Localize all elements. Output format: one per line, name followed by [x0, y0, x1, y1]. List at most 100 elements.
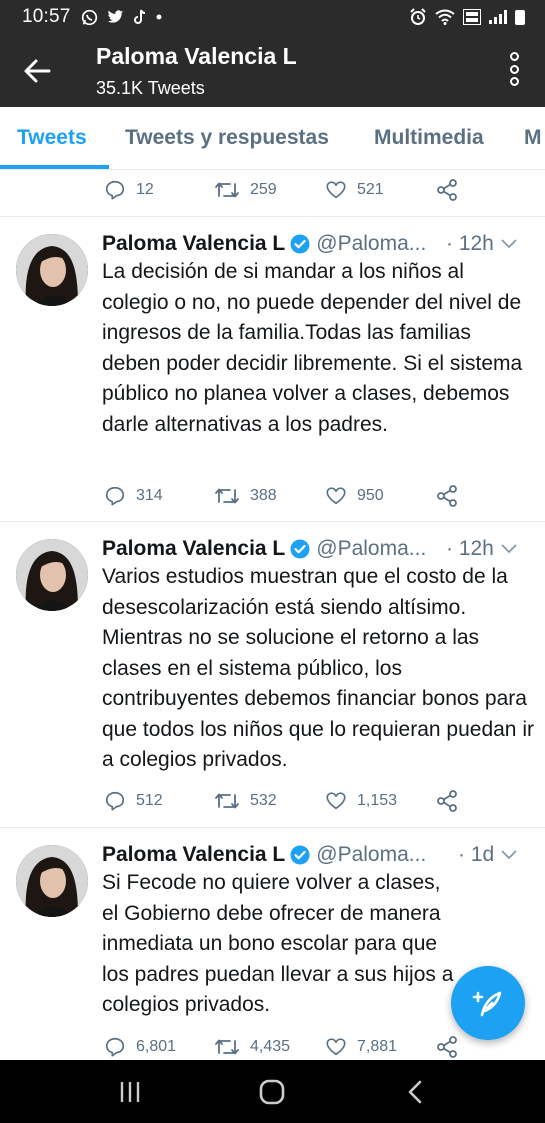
- tab-media[interactable]: Multimedia: [374, 126, 484, 150]
- tweet[interactable]: Paloma Valencia L @Paloma... · 12h La de…: [0, 217, 545, 521]
- tweet-text: La decisión de si mandar a los niños al …: [102, 260, 523, 436]
- like-button[interactable]: 7,881: [325, 1032, 397, 1062]
- reply-icon: [105, 180, 125, 200]
- tweet-author-name[interactable]: Paloma Valencia L: [102, 843, 285, 867]
- volte-icon: [463, 9, 481, 25]
- dot-icon: [156, 14, 162, 20]
- chevron-down-icon[interactable]: [500, 847, 518, 861]
- notification-icons: [81, 9, 162, 26]
- reply-button[interactable]: 314: [104, 481, 163, 511]
- chevron-down-icon[interactable]: [500, 236, 518, 250]
- heart-icon: [326, 181, 346, 199]
- back-nav-button[interactable]: [365, 1060, 465, 1123]
- avatar[interactable]: [16, 539, 88, 611]
- avatar[interactable]: [16, 234, 88, 306]
- heart-icon: [326, 1038, 346, 1056]
- tweet-author-name[interactable]: Paloma Valencia L: [102, 537, 285, 561]
- tweet-actions: 314 388 950: [104, 481, 524, 511]
- profile-photo-icon: [16, 234, 88, 306]
- profile-photo-icon: [16, 539, 88, 611]
- tweet-text: Varios estudios muestran que el costo de…: [102, 565, 534, 771]
- system-icons: [409, 8, 525, 26]
- tab-likes[interactable]: M: [524, 126, 542, 150]
- alarm-icon: [410, 8, 426, 25]
- tweet[interactable]: Paloma Valencia L @Paloma... · 12h Vario…: [0, 522, 545, 827]
- reply-button[interactable]: 512: [104, 786, 163, 816]
- retweet-button[interactable]: 4,435: [214, 1032, 290, 1062]
- status-bar: 10:57: [0, 0, 545, 34]
- recent-apps-button[interactable]: [80, 1060, 180, 1123]
- tab-tweets-and-replies[interactable]: Tweets y respuestas: [125, 126, 329, 150]
- tweet-actions: 512 532 1,153: [104, 786, 524, 816]
- tweet-header: Paloma Valencia L @Paloma... · 1d: [102, 842, 532, 868]
- home-button[interactable]: [222, 1060, 322, 1123]
- reply-icon: [105, 791, 125, 811]
- share-icon: [437, 179, 457, 201]
- tweet-timestamp: · 1d: [458, 843, 495, 866]
- chevron-down-icon[interactable]: [500, 541, 518, 555]
- tweet-timestamp: · 12h: [446, 537, 494, 560]
- like-count: 7,881: [357, 1038, 398, 1055]
- arrow-left-icon: [24, 59, 51, 83]
- compose-tweet-button[interactable]: [451, 966, 525, 1040]
- verified-badge-icon: [290, 539, 310, 559]
- share-icon: [437, 485, 457, 507]
- reply-button[interactable]: 12: [104, 175, 154, 205]
- share-button[interactable]: [435, 1032, 459, 1062]
- share-button[interactable]: [435, 481, 459, 511]
- tweet-actions: 12 259 521: [104, 175, 524, 205]
- like-button[interactable]: 950: [325, 481, 384, 511]
- back-icon: [408, 1080, 422, 1103]
- profile-name-title: Paloma Valencia L: [96, 43, 297, 69]
- profile-tabs: Tweets Tweets y respuestas Multimedia M: [0, 107, 545, 170]
- retweet-icon: [215, 793, 239, 809]
- tweet-header: Paloma Valencia L @Paloma... · 12h: [102, 536, 532, 562]
- system-navigation-bar: [0, 1060, 545, 1123]
- tweet-actions: 6,801 4,435 7,881: [104, 1032, 524, 1062]
- share-icon: [437, 1036, 457, 1058]
- reply-icon: [105, 1037, 125, 1057]
- twitter-icon: [107, 9, 123, 23]
- heart-icon: [326, 792, 346, 810]
- retweet-count: 388: [250, 487, 277, 504]
- whatsapp-icon: [81, 9, 97, 25]
- reply-button[interactable]: 6,801: [104, 1032, 176, 1062]
- back-button[interactable]: [22, 56, 52, 86]
- active-tab-indicator: [0, 165, 109, 169]
- reply-icon: [105, 486, 125, 506]
- share-button[interactable]: [435, 175, 459, 205]
- battery-icon: [515, 9, 525, 25]
- wifi-icon: [435, 9, 455, 25]
- retweet-button[interactable]: 388: [214, 481, 277, 511]
- tiktok-icon: [133, 9, 145, 24]
- avatar[interactable]: [16, 845, 88, 917]
- like-count: 1,153: [357, 792, 398, 809]
- tweet-author-handle[interactable]: @Paloma...: [316, 232, 426, 256]
- recent-apps-icon: [120, 1081, 140, 1102]
- retweet-button[interactable]: 532: [214, 786, 277, 816]
- reply-count: 512: [136, 792, 163, 809]
- status-time: 10:57: [22, 6, 71, 27]
- tweet-header: Paloma Valencia L @Paloma... · 12h: [102, 231, 532, 257]
- reply-count: 6,801: [136, 1038, 177, 1055]
- like-count: 521: [357, 181, 384, 198]
- like-button[interactable]: 1,153: [325, 786, 397, 816]
- retweet-icon: [215, 488, 239, 504]
- tweet-text: Si Fecode no quiere volver a clases, el …: [102, 871, 454, 1016]
- tab-tweets[interactable]: Tweets: [17, 126, 87, 150]
- share-icon: [437, 790, 457, 812]
- like-button[interactable]: 521: [325, 175, 384, 205]
- compose-tweet-icon: [472, 991, 502, 1017]
- share-button[interactable]: [435, 786, 459, 816]
- more-vertical-icon: [509, 52, 519, 61]
- tweet-author-handle[interactable]: @Paloma...: [316, 537, 426, 561]
- profile-header: Paloma Valencia L 35.1K Tweets: [0, 34, 545, 107]
- tweet-count: 35.1K Tweets: [96, 78, 205, 98]
- more-options-button[interactable]: [507, 52, 521, 86]
- retweet-count: 259: [250, 181, 277, 198]
- retweet-button[interactable]: 259: [214, 175, 277, 205]
- signal-icon: [489, 10, 507, 24]
- heart-icon: [326, 487, 346, 505]
- tweet-author-handle[interactable]: @Paloma...: [316, 843, 426, 867]
- tweet-author-name[interactable]: Paloma Valencia L: [102, 232, 285, 256]
